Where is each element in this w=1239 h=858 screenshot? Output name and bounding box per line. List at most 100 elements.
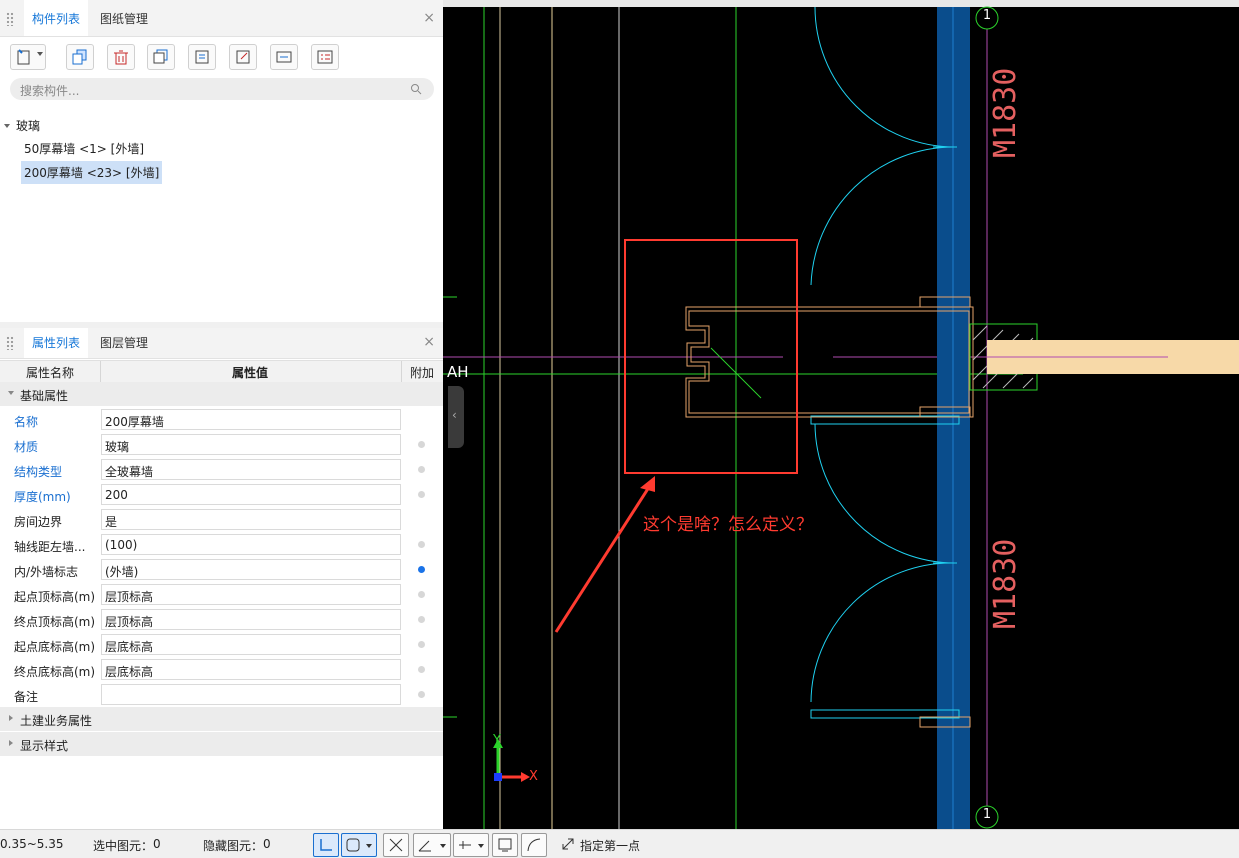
property-value-field[interactable]: (外墙) <box>101 559 401 580</box>
axis-label-bottom: 1 <box>982 807 992 822</box>
angle-button[interactable] <box>413 833 451 857</box>
list-icon <box>317 50 333 64</box>
group-basic-properties[interactable]: 基础属性 <box>0 382 443 406</box>
rename-button[interactable] <box>270 44 298 70</box>
property-row[interactable]: 终点底标高(m) 层底标高 <box>0 657 443 682</box>
column-outline <box>685 306 974 418</box>
tab-component-list[interactable]: 构件列表 <box>24 0 89 36</box>
list-button[interactable] <box>311 44 339 70</box>
property-row[interactable]: 结构类型 全玻幕墙 <box>0 457 443 482</box>
attach-indicator[interactable] <box>418 441 425 448</box>
attach-indicator[interactable] <box>418 566 425 573</box>
column-divider <box>401 361 402 382</box>
property-row[interactable]: 材质 玻璃 <box>0 432 443 457</box>
rename-icon <box>276 51 292 63</box>
property-table-header: 属性名称 属性值 附加 <box>0 360 443 383</box>
annotation-text: 这个是啥？怎么定义？ <box>643 515 813 535</box>
attach-indicator[interactable] <box>418 541 425 548</box>
column-header-value: 属性值 <box>232 366 269 380</box>
drag-grip-icon[interactable] <box>6 336 14 350</box>
property-row[interactable]: 房间边界 是 <box>0 507 443 532</box>
attach-indicator[interactable] <box>418 591 425 598</box>
property-name: 名称 <box>14 415 39 429</box>
attach-indicator[interactable] <box>418 491 425 498</box>
ortho-toggle-button[interactable] <box>313 833 339 857</box>
attach-indicator[interactable] <box>418 616 425 623</box>
door-arc <box>814 6 956 148</box>
chevron-left-icon: ‹ <box>452 408 457 422</box>
property-value-field[interactable]: 玻璃 <box>101 434 401 455</box>
property-value-field[interactable]: 全玻幕墙 <box>101 459 401 480</box>
tree-item-selected[interactable]: 200厚幕墙 <23> [外墙] <box>21 161 163 184</box>
property-row[interactable]: 终点顶标高(m) 层顶标高 <box>0 607 443 632</box>
hidden-count: 0 <box>263 837 271 851</box>
group-display-style[interactable]: 显示样式 <box>0 732 443 756</box>
expand-arrow-icon <box>562 838 574 850</box>
offset-button[interactable] <box>453 833 489 857</box>
canvas-top-strip <box>443 0 1239 7</box>
drag-grip-icon[interactable] <box>6 12 14 26</box>
tree-item-label: 50厚幕墙 <1> [外墙] <box>24 142 145 156</box>
property-value: (100) <box>105 538 138 552</box>
tree-group-glass[interactable]: 玻璃 <box>4 117 40 134</box>
column-divider <box>100 361 101 382</box>
axis-label-ah: AH <box>447 363 469 381</box>
extract-button[interactable] <box>229 44 257 70</box>
attach-indicator[interactable] <box>418 641 425 648</box>
property-name: 内/外墙标志 <box>14 565 79 579</box>
panel-collapse-handle[interactable]: ‹ <box>448 386 464 448</box>
close-icon[interactable]: × <box>423 334 435 350</box>
property-value-field[interactable]: 200厚幕墙 <box>101 409 401 430</box>
property-value-field[interactable]: 层底标高 <box>101 659 401 680</box>
property-row[interactable]: 名称 200厚幕墙 <box>0 407 443 432</box>
cross-select-button[interactable] <box>383 833 409 857</box>
snap-toggle-button[interactable] <box>341 833 377 857</box>
dynamic-input-button[interactable] <box>492 833 518 857</box>
tree-item[interactable]: 50厚幕墙 <1> [外墙] <box>24 140 144 157</box>
property-row[interactable]: 备注 <box>0 682 443 707</box>
property-row[interactable]: 轴线距左墙... (100) <box>0 532 443 557</box>
attach-indicator[interactable] <box>418 691 425 698</box>
cad-canvas[interactable]: ‹ AH 1 1 M1830 M1830 这个是啥？怎么定义？ Y X <box>443 0 1239 829</box>
property-value-field[interactable]: (100) <box>101 534 401 555</box>
property-row[interactable]: 起点底标高(m) 层底标高 <box>0 632 443 657</box>
selected-count: 0 <box>153 837 161 851</box>
tab-layer-management[interactable]: 图层管理 <box>92 328 156 358</box>
component-panel: 构件列表 图纸管理 × 搜索构件... 玻璃 50厚幕墙 <1> [外墙] 20… <box>0 0 444 322</box>
tab-drawing-management[interactable]: 图纸管理 <box>92 0 156 36</box>
group-civil-properties[interactable]: 土建业务属性 <box>0 707 443 731</box>
property-panel-tabbar: 属性列表 图层管理 × <box>0 328 443 359</box>
property-row[interactable]: 内/外墙标志 (外墙) <box>0 557 443 582</box>
property-value-field[interactable]: 是 <box>101 509 401 530</box>
close-icon[interactable]: × <box>423 10 435 26</box>
search-placeholder: 搜索构件... <box>20 84 80 98</box>
new-component-button[interactable] <box>10 44 46 70</box>
property-row[interactable]: 起点顶标高(m) 层顶标高 <box>0 582 443 607</box>
property-value-field[interactable] <box>101 684 401 705</box>
copy-button[interactable] <box>66 44 94 70</box>
property-value-field[interactable]: 层顶标高 <box>101 584 401 605</box>
property-name: 房间边界 <box>14 515 63 529</box>
arc-button[interactable] <box>521 833 547 857</box>
copy-layer-button[interactable] <box>147 44 175 70</box>
property-value: 是 <box>105 515 118 529</box>
search-icon[interactable] <box>410 83 422 95</box>
property-value: 200 <box>105 488 128 502</box>
column-outline-inner <box>688 310 970 414</box>
snap-icon <box>346 838 360 852</box>
property-value-field[interactable]: 层底标高 <box>101 634 401 655</box>
property-name: 厚度(mm) <box>14 490 71 504</box>
layer-import-button[interactable] <box>188 44 216 70</box>
chevron-right-icon <box>9 715 13 721</box>
search-input[interactable]: 搜索构件... <box>10 78 434 100</box>
ucs-label-x: X <box>529 769 538 784</box>
property-row[interactable]: 厚度(mm) 200 <box>0 482 443 507</box>
chevron-down-icon <box>440 844 446 848</box>
property-value-field[interactable]: 层顶标高 <box>101 609 401 630</box>
attach-indicator[interactable] <box>418 466 425 473</box>
property-value-field[interactable]: 200 <box>101 484 401 505</box>
attach-indicator[interactable] <box>418 666 425 673</box>
delete-button[interactable] <box>107 44 135 70</box>
tab-property-list[interactable]: 属性列表 <box>24 328 89 358</box>
door-tag: M1830 <box>988 67 1023 158</box>
